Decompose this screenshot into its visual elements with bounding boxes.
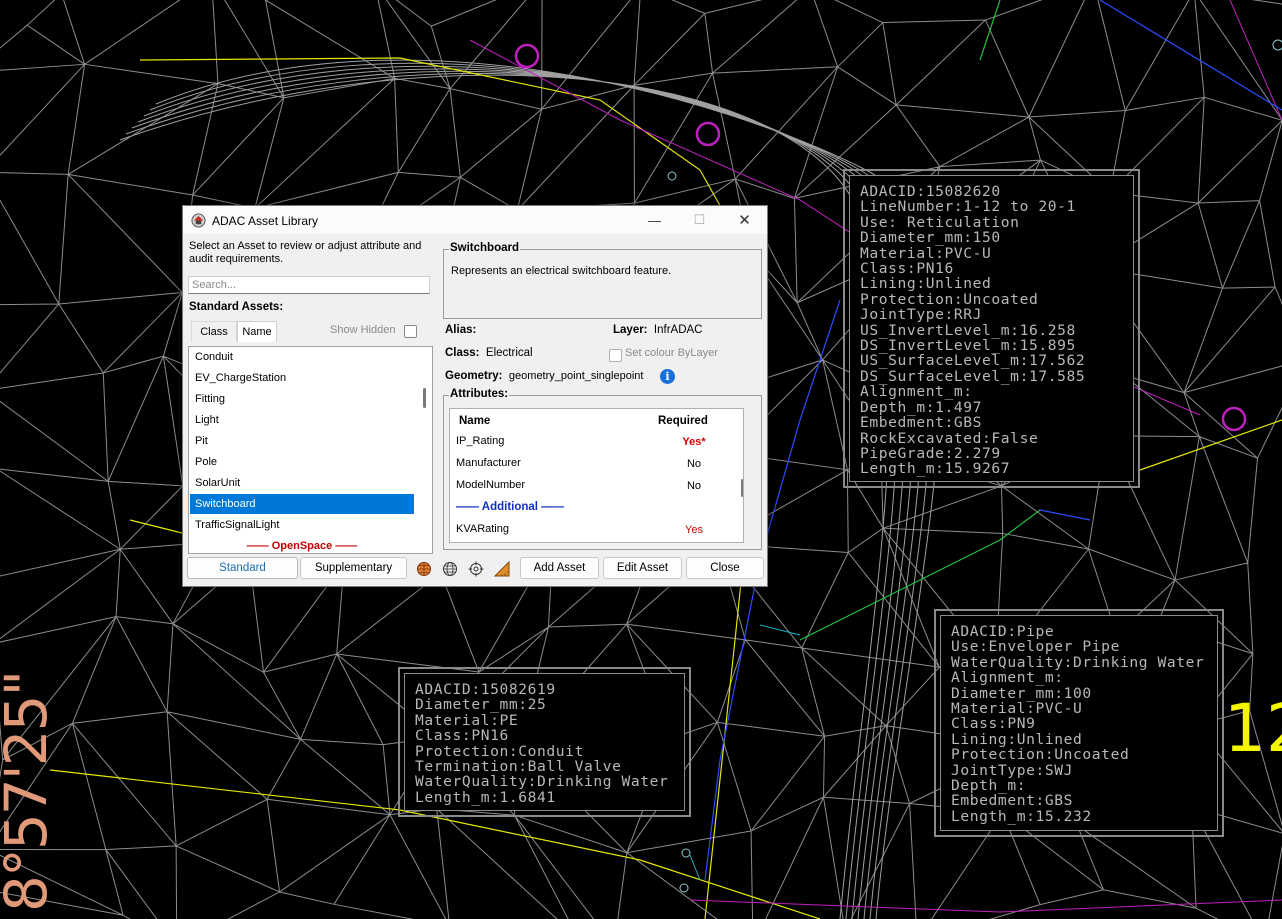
standard-assets-label: Standard Assets: <box>189 301 284 313</box>
close-button[interactable]: Close <box>686 557 764 579</box>
edge-number-annotation: 12 <box>1224 690 1282 767</box>
table-row[interactable]: ModelNumber No <box>450 475 730 497</box>
additional-section-header: —— Additional —— <box>456 501 565 513</box>
supplementary-button[interactable]: Supplementary <box>300 557 407 579</box>
search-input[interactable]: Search... <box>188 276 430 294</box>
intro-text: Select an Asset to review or adjust attr… <box>189 240 422 265</box>
target-icon[interactable] <box>468 561 484 577</box>
asset-list-scrollbar[interactable] <box>423 388 426 408</box>
title-bar[interactable]: ADAC Asset Library — ☐ ✕ <box>183 206 767 234</box>
class-field: Class: Electrical <box>445 347 533 359</box>
attributes-group: Attributes: Name Required IP_Rating Yes*… <box>443 388 762 550</box>
window-title: ADAC Asset Library <box>212 214 319 228</box>
list-group-header: —— OpenSpace —— <box>246 540 358 552</box>
maximize-button[interactable]: ☐ <box>677 206 722 234</box>
attributes-table[interactable]: Name Required IP_Rating Yes* Manufacture… <box>449 408 744 543</box>
asset-name-heading: Switchboard <box>449 242 521 254</box>
add-asset-button[interactable]: Add Asset <box>520 557 599 579</box>
ruler-triangle-icon[interactable] <box>494 561 510 577</box>
table-row[interactable]: IP_Rating Yes* <box>450 431 730 453</box>
asset-library-dialog: ADAC Asset Library — ☐ ✕ Select an Asset… <box>182 205 768 587</box>
asset-list[interactable]: Conduit EV_ChargeStation Fitting Light P… <box>188 346 433 554</box>
pipe-label-text: ADACID:15082619 Diameter_mm:25 Material:… <box>415 681 669 806</box>
app-icon <box>191 213 206 228</box>
edit-asset-button[interactable]: Edit Asset <box>603 557 682 579</box>
set-colour-label: Set colour ByLayer <box>625 347 718 359</box>
close-window-button[interactable]: ✕ <box>722 206 767 234</box>
minimize-button[interactable]: — <box>632 206 677 234</box>
pipe-label-box-2: ADACID:15082619 Diameter_mm:25 Material:… <box>398 667 691 817</box>
required-column-header: Required <box>658 415 708 427</box>
attributes-scrollbar[interactable] <box>741 479 743 497</box>
name-column-header: Name <box>459 415 491 427</box>
pipe-label-box-1: ADACID:15082620 LineNumber:1-12 to 20-1 … <box>843 169 1140 488</box>
list-item[interactable]: Conduit <box>190 347 414 367</box>
pipe-label-box-3: ADACID:Pipe Use:Enveloper Pipe WaterQual… <box>934 609 1224 837</box>
alias-label: Alias: <box>445 324 477 336</box>
table-row[interactable]: Manufacturer No <box>450 453 730 475</box>
list-item[interactable]: EV_ChargeStation <box>190 368 414 388</box>
show-hidden-label: Show Hidden <box>330 324 396 336</box>
list-item[interactable]: SolarUnit <box>190 473 414 493</box>
asset-description: Represents an electrical switchboard fea… <box>451 265 672 277</box>
pipe-label-text: ADACID:15082620 LineNumber:1-12 to 20-1 … <box>860 183 1086 478</box>
list-item[interactable]: Light <box>190 410 414 430</box>
world-icon[interactable] <box>442 561 458 577</box>
table-row[interactable]: KVARating Yes <box>450 519 730 541</box>
info-icon[interactable]: i <box>660 369 675 384</box>
list-item[interactable]: TrafficSignalLight <box>190 515 414 535</box>
set-colour-checkbox[interactable] <box>609 349 622 362</box>
list-item[interactable]: Fitting <box>190 389 414 409</box>
list-item[interactable]: Pole <box>190 452 414 472</box>
standard-button[interactable]: Standard <box>187 557 298 579</box>
pipe-label-text: ADACID:Pipe Use:Enveloper Pipe WaterQual… <box>951 623 1205 825</box>
cyan-line <box>689 624 801 881</box>
description-group: Switchboard Represents an electrical swi… <box>443 242 762 319</box>
list-item[interactable]: Pit <box>190 431 414 451</box>
bearing-annotation: 8°57'25" <box>0 671 60 912</box>
globe-grid-icon[interactable] <box>416 561 432 577</box>
layer-field: Layer: InfrADAC <box>613 324 703 336</box>
attributes-label: Attributes: <box>449 388 510 400</box>
geometry-field: Geometry: geometry_point_singlepoint <box>445 370 644 382</box>
tab-class[interactable]: Class <box>191 321 237 342</box>
list-item-selected[interactable]: Switchboard <box>190 494 414 514</box>
show-hidden-checkbox[interactable] <box>404 325 417 338</box>
tab-name[interactable]: Name <box>237 321 277 342</box>
